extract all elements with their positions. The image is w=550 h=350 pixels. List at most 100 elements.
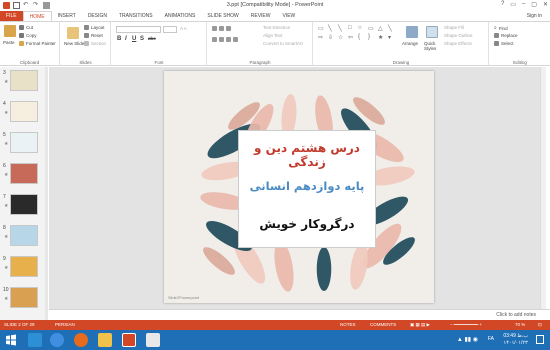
notifications-icon[interactable] [536,335,544,344]
powerpoint-taskbar-icon[interactable] [122,333,136,347]
canvas-scrollbar[interactable] [540,67,546,309]
sign-in-link[interactable]: Sign in [527,13,542,19]
shape-line-icon[interactable]: ╲ [328,25,337,33]
shapes-gallery[interactable]: ▭ ╲ ╲ □ ○ ▭ △ ╲ ⇨ ⇩ ☆ ⇦ { } ★ ▾ [318,25,396,51]
arrange-button[interactable]: Arrange [402,41,418,46]
slide-subtitle[interactable]: پایه دوازدهم انسانی [239,179,375,193]
slide-thumbnail-5[interactable]: 5 ★ [0,131,48,159]
help-button[interactable]: ? [501,1,504,8]
ribbon-display-button[interactable]: ▭ [510,1,516,8]
close-button[interactable]: ✕ [543,1,548,8]
shape-rect-icon[interactable]: ▭ [368,25,377,33]
tab-animations[interactable]: ANIMATIONS [159,11,202,21]
select-button[interactable]: Select [494,41,514,46]
shape-effects-button[interactable]: Shape Effects [444,41,472,46]
tab-slide-show[interactable]: SLIDE SHOW [201,11,244,21]
tray-icons[interactable]: ▲ ▮▮ ◉ [457,336,478,343]
slide-caption[interactable]: درگروکار خویش [239,217,375,231]
notes-toggle[interactable]: NOTES [340,322,356,327]
convert-smartart-button[interactable]: Convert to SmartArt [263,41,303,46]
shape-arrow-icon[interactable]: ⇦ [348,34,357,42]
maximize-button[interactable]: ▢ [531,1,537,8]
bullets-buttons[interactable] [212,26,231,31]
language-indicator[interactable]: PERSIAN [55,322,75,327]
replace-button[interactable]: Replace [494,33,518,38]
thumbnail-image[interactable] [10,287,38,308]
shape-triangle-icon[interactable]: △ [378,25,387,33]
ie-icon[interactable] [50,333,64,347]
italic-button[interactable]: I [125,36,127,42]
slide-editing-area[interactable]: درس هشتم دین و زندگی پایه دوازدهم انسانی… [49,67,546,309]
shape-line-icon[interactable]: ╲ [338,25,347,33]
slide-thumbnail-4[interactable]: 4 ★ [0,100,48,128]
paste-button[interactable]: Paste [3,40,15,45]
slide-thumbnail-3[interactable]: 3 ★ [0,69,48,97]
copy-button[interactable]: Copy [19,33,37,38]
notes-placeholder[interactable]: Click to add notes [496,312,536,318]
layout-button[interactable]: Layout [84,25,105,30]
comments-toggle[interactable]: COMMENTS [370,322,396,327]
start-icon[interactable] [4,333,18,347]
tab-insert[interactable]: INSERT [52,11,82,21]
thumbnail-image[interactable] [10,101,38,122]
shape-arrow-icon[interactable]: ⇨ [318,34,327,42]
thumbnail-scrollbar[interactable] [45,67,48,320]
slide-thumbnail-panel[interactable]: 3 ★ 4 ★ 5 ★ 6 ★ 7 ★ 8 ★ 9 ★ 10 ★ [0,67,48,320]
title-frame[interactable]: درس هشتم دین و زندگی پایه دوازدهم انسانی… [238,130,376,248]
thumbnail-image[interactable] [10,70,38,91]
minimize-button[interactable]: – [522,1,525,8]
shape-fill-button[interactable]: Shape Fill [444,25,464,30]
align-buttons[interactable] [212,37,238,42]
shape-star-icon[interactable]: ☆ [338,34,347,42]
shape-outline-button[interactable]: Shape Outline [444,33,473,38]
thumbnail-image[interactable] [10,256,38,277]
tab-view[interactable]: VIEW [277,11,302,21]
shape-textbox-icon[interactable]: ▭ [318,25,327,33]
find-button[interactable]: ⌕ Find [494,25,508,31]
slide-thumbnail-7[interactable]: 7 ★ [0,193,48,221]
shape-brace-icon[interactable]: { [358,34,367,42]
bold-button[interactable]: B [117,36,121,42]
slide-thumbnail-6[interactable]: 6 ★ [0,162,48,190]
section-button[interactable]: Section [84,41,106,46]
zoom-slider[interactable]: – ━━━━━━━━━ + [450,322,482,328]
slide-title[interactable]: درس هشتم دین و زندگی [239,141,375,169]
tab-review[interactable]: REVIEW [245,11,277,21]
file-explorer-icon[interactable] [98,333,112,347]
shape-star-icon[interactable]: ★ [378,34,387,42]
notes-pane[interactable]: Click to add notes [49,309,550,320]
align-text-button[interactable]: Align Text [263,33,282,38]
current-slide[interactable]: درس هشتم دین و زندگی پایه دوازدهم انسانی… [164,71,434,303]
arrange-icon[interactable] [406,26,418,38]
firefox-icon[interactable] [74,333,88,347]
strikethrough-button[interactable]: abc [148,36,156,41]
shape-line-icon[interactable]: ╲ [388,25,397,33]
shadow-button[interactable]: S [140,36,144,42]
thumbnail-image[interactable] [10,132,38,153]
text-direction-button[interactable]: Text Direction [263,25,290,30]
tab-file[interactable]: FILE [0,11,23,21]
slide-thumbnail-8[interactable]: 8 ★ [0,224,48,252]
shape-rect-icon[interactable]: □ [348,25,357,33]
reset-button[interactable]: Reset [84,33,103,38]
font-size-buttons[interactable]: A A [180,26,187,31]
tab-home[interactable]: HOME [22,11,52,21]
media-player-icon[interactable] [146,333,160,347]
shape-more-icon[interactable]: ▾ [388,34,397,42]
cut-button[interactable]: Cut [19,25,33,30]
shape-brace-icon[interactable]: } [368,34,377,42]
quick-styles-icon[interactable] [426,26,438,38]
format-painter-button[interactable]: Format Painter [19,41,56,46]
paste-icon[interactable] [4,25,16,37]
quick-styles-button[interactable]: Quick Styles [424,41,442,51]
shape-oval-icon[interactable]: ○ [358,25,367,33]
view-buttons[interactable]: ▣ ▦ ▤ ▶ [410,322,430,328]
fit-slide-icon[interactable]: ⊡ [538,322,542,328]
new-slide-icon[interactable] [67,27,79,39]
shape-arrow-icon[interactable]: ⇩ [328,34,337,42]
thumbnail-image[interactable] [10,225,38,246]
thumbnail-image[interactable] [10,194,38,215]
thumbnail-image[interactable] [10,163,38,184]
telegram-icon[interactable] [28,333,42,347]
tab-design[interactable]: DESIGN [82,11,113,21]
